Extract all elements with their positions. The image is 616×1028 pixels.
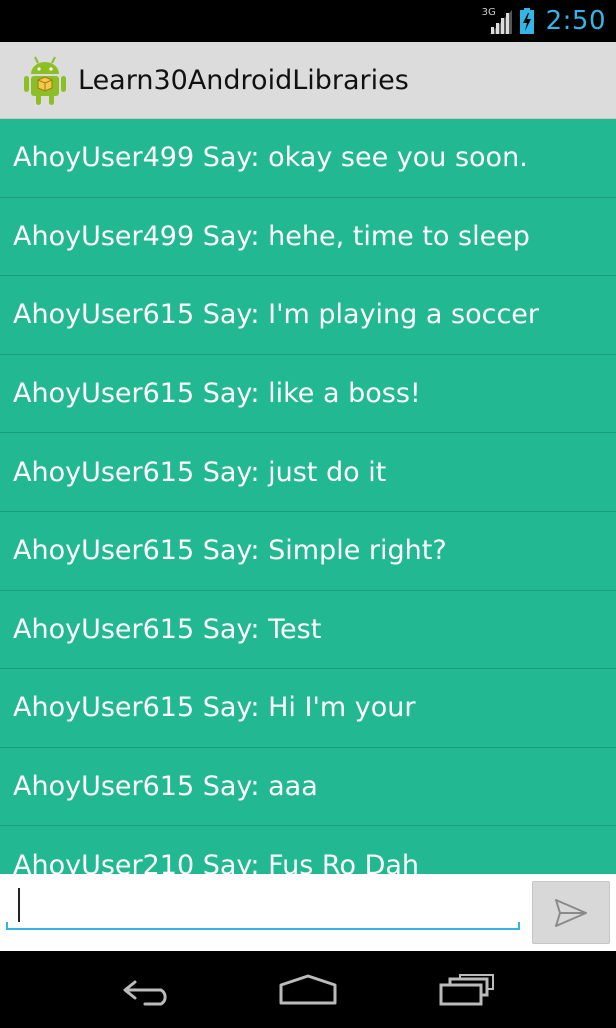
message-list[interactable]: AhoyUser499 Say: okay see you soon. Ahoy… (0, 119, 616, 874)
message-text: AhoyUser615 Say: aaa (13, 771, 318, 803)
network-indicator: 3G (481, 7, 512, 34)
message-item[interactable]: AhoyUser499 Say: hehe, time to sleep (0, 198, 616, 277)
action-bar: Learn30AndroidLibraries (0, 42, 616, 119)
message-text: AhoyUser615 Say: Simple right? (13, 535, 447, 567)
clock: 2:50 (545, 6, 606, 36)
recent-apps-icon (439, 973, 494, 1005)
message-composer (0, 874, 616, 951)
status-bar: 3G 2:50 (0, 0, 616, 42)
home-icon (279, 974, 337, 1004)
input-underline-right-tick (518, 922, 520, 930)
home-button[interactable] (273, 965, 343, 1015)
message-item[interactable]: AhoyUser499 Say: okay see you soon. (0, 119, 616, 198)
message-item[interactable]: AhoyUser615 Say: Hi I'm your (0, 669, 616, 748)
message-item[interactable]: AhoyUser615 Say: Test (0, 591, 616, 670)
app-title: Learn30AndroidLibraries (78, 64, 409, 96)
message-item[interactable]: AhoyUser615 Say: Simple right? (0, 512, 616, 591)
message-item[interactable]: AhoyUser210 Say: Fus Ro Dah (0, 826, 616, 874)
send-arrow-icon (555, 898, 587, 927)
text-cursor (18, 888, 20, 922)
message-text: AhoyUser615 Say: I'm playing a soccer (13, 299, 539, 331)
message-item[interactable]: AhoyUser615 Say: like a boss! (0, 355, 616, 434)
send-button[interactable] (532, 881, 610, 944)
battery-charging-icon (519, 8, 534, 34)
android-robot-icon (24, 56, 66, 105)
system-navigation-bar (0, 951, 616, 1028)
recent-apps-button[interactable] (432, 965, 502, 1015)
message-text: AhoyUser499 Say: hehe, time to sleep (13, 220, 530, 252)
message-item[interactable]: AhoyUser615 Say: I'm playing a soccer (0, 276, 616, 355)
message-text: AhoyUser210 Say: Fus Ro Dah (13, 849, 420, 874)
network-type-label: 3G (481, 7, 496, 18)
message-text: AhoyUser615 Say: Hi I'm your (13, 692, 416, 724)
message-text: AhoyUser499 Say: okay see you soon. (13, 142, 528, 174)
message-item[interactable]: AhoyUser615 Say: aaa (0, 748, 616, 827)
back-button[interactable] (114, 965, 184, 1015)
input-underline-left-tick (6, 922, 8, 930)
message-item[interactable]: AhoyUser615 Say: just do it (0, 433, 616, 512)
back-icon (123, 980, 167, 1005)
message-text: AhoyUser615 Say: Test (13, 613, 322, 645)
message-input[interactable] (6, 884, 520, 930)
message-text: AhoyUser615 Say: like a boss! (13, 378, 421, 410)
message-text: AhoyUser615 Say: just do it (13, 456, 387, 488)
